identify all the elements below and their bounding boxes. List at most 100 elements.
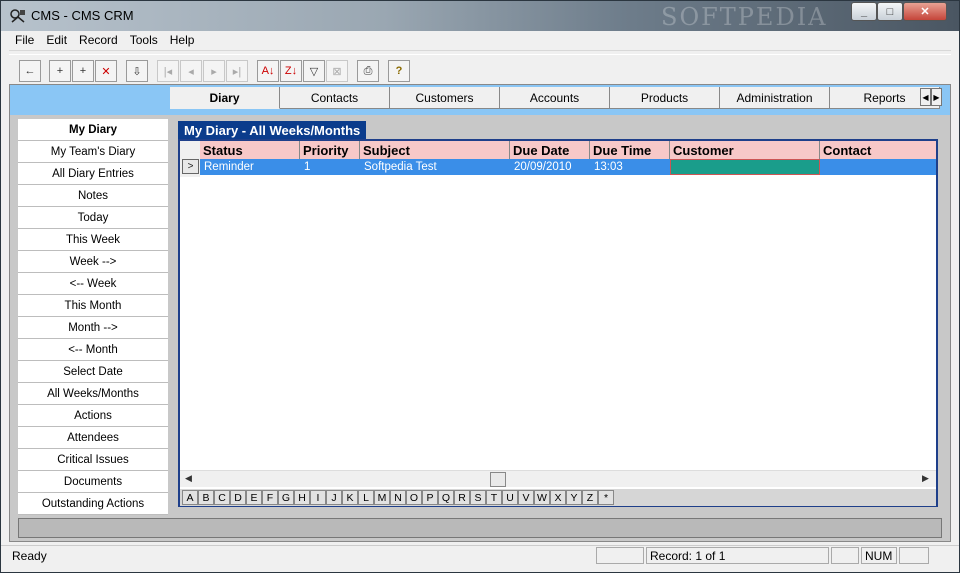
alphabet-letter-x[interactable]: X — [550, 490, 566, 505]
sidebar-item-week-prev[interactable]: <-- Week — [18, 273, 168, 295]
cell-due-date[interactable]: 20/09/2010 — [510, 159, 590, 175]
tab-scroll-left-icon[interactable]: ◀ — [920, 88, 931, 106]
sidebar-item-all-weeks-months[interactable]: All Weeks/Months — [18, 383, 168, 405]
column-header-subject[interactable]: Subject — [360, 141, 510, 159]
maximize-button[interactable]: □ — [877, 2, 903, 21]
help-button[interactable]: ? — [388, 60, 410, 82]
alphabet-letter-f[interactable]: F — [262, 490, 278, 505]
close-button[interactable]: ✕ — [903, 2, 947, 21]
menu-tools[interactable]: Tools — [124, 31, 164, 47]
print-button[interactable]: ⎙ — [357, 60, 379, 82]
menu-record[interactable]: Record — [73, 31, 124, 47]
new-child-record-button[interactable]: + — [72, 60, 94, 82]
sidebar-item-month-next[interactable]: Month --> — [18, 317, 168, 339]
main-area: Diary Contacts Customers Accounts Produc… — [9, 84, 951, 542]
alphabet-letter-o[interactable]: O — [406, 490, 422, 505]
tab-administration[interactable]: Administration — [720, 87, 830, 109]
table-row[interactable]: Reminder 1 Softpedia Test 20/09/2010 13:… — [200, 159, 936, 175]
next-record-button[interactable]: ▸ — [203, 60, 225, 82]
alphabet-letter-l[interactable]: L — [358, 490, 374, 505]
sidebar-item-this-week[interactable]: This Week — [18, 229, 168, 251]
save-record-button[interactable]: ⇩ — [126, 60, 148, 82]
alphabet-letter-i[interactable]: I — [310, 490, 326, 505]
sidebar-item-my-teams-diary[interactable]: My Team's Diary — [18, 141, 168, 163]
alphabet-letter-w[interactable]: W — [534, 490, 550, 505]
alphabet-letter-all[interactable]: * — [598, 490, 614, 505]
alphabet-letter-d[interactable]: D — [230, 490, 246, 505]
delete-record-button[interactable]: ✕ — [95, 60, 117, 82]
alphabet-letter-g[interactable]: G — [278, 490, 294, 505]
alphabet-letter-q[interactable]: Q — [438, 490, 454, 505]
sidebar-item-today[interactable]: Today — [18, 207, 168, 229]
menu-edit[interactable]: Edit — [40, 31, 73, 47]
sidebar-item-attendees[interactable]: Attendees — [18, 427, 168, 449]
alphabet-letter-t[interactable]: T — [486, 490, 502, 505]
column-header-due-date[interactable]: Due Date — [510, 141, 590, 159]
alphabet-letter-z[interactable]: Z — [582, 490, 598, 505]
alphabet-letter-k[interactable]: K — [342, 490, 358, 505]
sidebar-item-month-prev[interactable]: <-- Month — [18, 339, 168, 361]
first-record-button[interactable]: |◂ — [157, 60, 179, 82]
sidebar-item-my-diary[interactable]: My Diary — [18, 119, 168, 141]
sidebar-item-select-date[interactable]: Select Date — [18, 361, 168, 383]
column-header-priority[interactable]: Priority — [300, 141, 360, 159]
tab-customers[interactable]: Customers — [390, 87, 500, 109]
watermark: SOFTPEDIA — [661, 3, 828, 31]
last-record-button[interactable]: ▸| — [226, 60, 248, 82]
tab-scroll-right-icon[interactable]: ▶ — [931, 88, 942, 106]
sidebar-item-outstanding-actions[interactable]: Outstanding Actions — [18, 493, 168, 515]
alphabet-letter-u[interactable]: U — [502, 490, 518, 505]
alphabet-letter-e[interactable]: E — [246, 490, 262, 505]
status-pane-scroll — [899, 547, 929, 564]
column-header-due-time[interactable]: Due Time — [590, 141, 670, 159]
alphabet-letter-a[interactable]: A — [182, 490, 198, 505]
sidebar-item-week-next[interactable]: Week --> — [18, 251, 168, 273]
tab-diary[interactable]: Diary — [170, 87, 280, 109]
menu-file[interactable]: File — [9, 31, 40, 47]
alphabet-letter-y[interactable]: Y — [566, 490, 582, 505]
sort-ascending-button[interactable]: A↓ — [257, 60, 279, 82]
previous-record-button[interactable]: ◂ — [180, 60, 202, 82]
sort-descending-button[interactable]: Z↓ — [280, 60, 302, 82]
alphabet-letter-r[interactable]: R — [454, 490, 470, 505]
sidebar-item-notes[interactable]: Notes — [18, 185, 168, 207]
sidebar-item-actions[interactable]: Actions — [18, 405, 168, 427]
sidebar-item-this-month[interactable]: This Month — [18, 295, 168, 317]
menu-help[interactable]: Help — [164, 31, 201, 47]
minimize-button[interactable]: _ — [851, 2, 877, 21]
column-header-customer[interactable]: Customer — [670, 141, 820, 159]
alphabet-letter-s[interactable]: S — [470, 490, 486, 505]
cell-status[interactable]: Reminder — [200, 159, 300, 175]
tab-accounts[interactable]: Accounts — [500, 87, 610, 109]
cell-due-time[interactable]: 13:03 — [590, 159, 670, 175]
alphabet-letter-m[interactable]: M — [374, 490, 390, 505]
cell-customer[interactable] — [670, 159, 820, 175]
column-header-status[interactable]: Status — [200, 141, 300, 159]
cell-subject[interactable]: Softpedia Test — [360, 159, 510, 175]
alphabet-letter-h[interactable]: H — [294, 490, 310, 505]
tab-products[interactable]: Products — [610, 87, 720, 109]
alphabet-letter-b[interactable]: B — [198, 490, 214, 505]
scroll-left-icon[interactable]: ◀ — [185, 473, 192, 484]
filter-button[interactable]: ▽ — [303, 60, 325, 82]
back-button[interactable]: ← — [19, 60, 41, 82]
cell-contact[interactable] — [820, 159, 936, 175]
scroll-right-icon[interactable]: ▶ — [922, 473, 929, 484]
alphabet-letter-j[interactable]: J — [326, 490, 342, 505]
sidebar-item-critical-issues[interactable]: Critical Issues — [18, 449, 168, 471]
new-record-button[interactable]: + — [49, 60, 71, 82]
tab-contacts[interactable]: Contacts — [280, 87, 390, 109]
current-row-marker[interactable]: > — [182, 159, 199, 174]
alphabet-letter-n[interactable]: N — [390, 490, 406, 505]
alphabet-letter-p[interactable]: P — [422, 490, 438, 505]
title-bar[interactable]: CMS - CMS CRM SOFTPEDIA _ □ ✕ — [1, 1, 959, 31]
sidebar-item-all-diary-entries[interactable]: All Diary Entries — [18, 163, 168, 185]
alphabet-letter-c[interactable]: C — [214, 490, 230, 505]
cell-priority[interactable]: 1 — [300, 159, 360, 175]
horizontal-scrollbar[interactable]: ◀ ▶ — [180, 470, 936, 487]
sidebar-item-documents[interactable]: Documents — [18, 471, 168, 493]
remove-filter-button[interactable]: ⊠ — [326, 60, 348, 82]
alphabet-letter-v[interactable]: V — [518, 490, 534, 505]
column-header-contact[interactable]: Contact — [820, 141, 936, 159]
scroll-thumb[interactable] — [490, 472, 506, 487]
